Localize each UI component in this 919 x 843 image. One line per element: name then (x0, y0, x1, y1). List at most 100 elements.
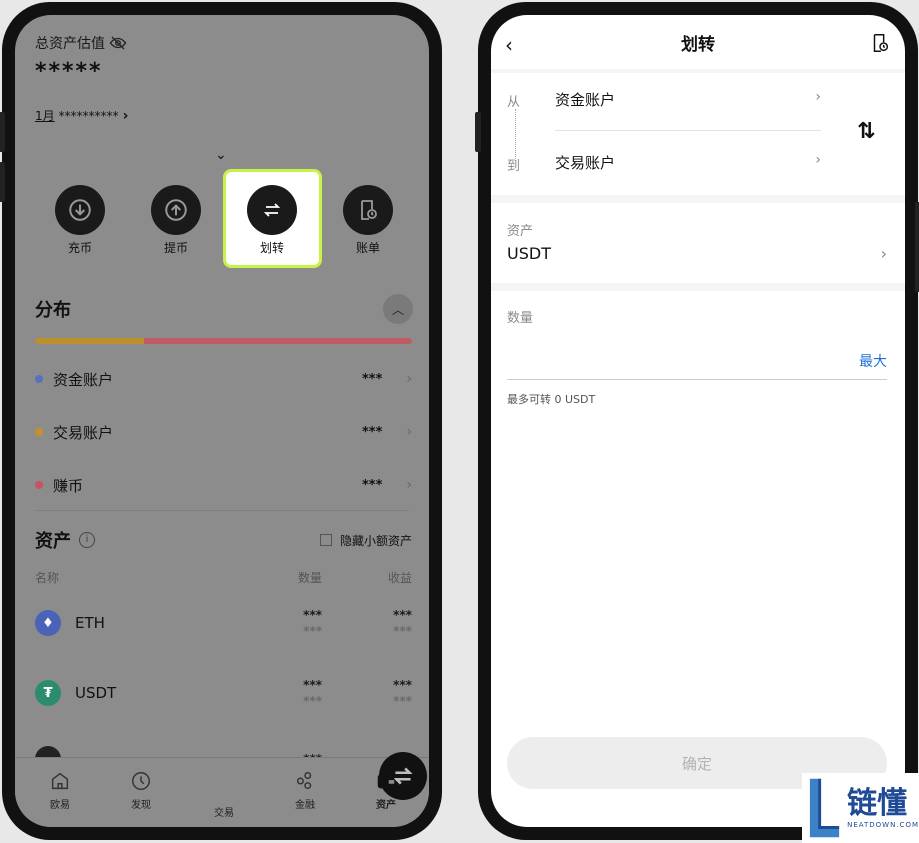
tab-trade[interactable]: 交易 (194, 752, 427, 819)
history-icon[interactable] (869, 31, 891, 55)
swap-direction-icon[interactable]: ⇅ (857, 119, 875, 144)
assets-header: 资产 i 隐藏小额资产 (35, 527, 412, 553)
assets-column-headers: 名称 数量 收益 (35, 569, 412, 586)
checkbox[interactable] (319, 534, 332, 546)
distribution-title: 分布 (35, 300, 71, 321)
total-asset-text: 总资产估值 (35, 36, 105, 52)
transfer-screen: ‹ 划转 从 到 资金账户 › 交易账户 › ⇅ 资产 USDT › 数量 最大… (491, 15, 905, 827)
logo-text-en: NEATDOWN.COM (847, 821, 919, 829)
from-label: 从 (507, 95, 521, 110)
tab-home[interactable]: 欧易 (30, 770, 90, 811)
chevron-right-icon: › (815, 89, 821, 105)
distribution-name: 赚币 (53, 476, 84, 495)
bill-button[interactable]: 账单 (333, 185, 403, 256)
volume-up-button (0, 112, 5, 152)
distribution-bar (35, 338, 412, 344)
chevron-right-icon: › (122, 107, 129, 124)
column-name: 名称 (35, 571, 60, 585)
assets-screen: 总资产估值 ***** 1月 ********** › ⌄ 充币 提币 划转 账… (15, 15, 429, 827)
info-icon[interactable]: i (79, 532, 95, 548)
deposit-label: 充币 (67, 241, 92, 255)
qty-value: *** (303, 608, 322, 622)
logo-mark (809, 778, 840, 838)
power-button (915, 202, 919, 292)
profit-sub: *** (393, 624, 412, 638)
usdt-icon: ₮ (35, 680, 61, 706)
distribution-name: 资金账户 (53, 370, 114, 389)
coin-row-eth[interactable]: ♦ ETH *** *** *** *** (35, 601, 412, 645)
total-asset-value: ***** (35, 59, 103, 84)
coin-profit: *** *** (322, 607, 412, 639)
month-value: ********** (58, 108, 119, 123)
transfer-icon (247, 185, 297, 235)
eye-off-icon[interactable] (109, 34, 127, 52)
separator (491, 195, 905, 203)
to-account-name: 交易账户 (555, 154, 616, 172)
eth-icon: ♦ (35, 610, 61, 636)
asset-selector[interactable]: USDT › (491, 240, 905, 270)
profit-value: *** (393, 608, 412, 622)
coin-profit: *** *** (322, 677, 412, 709)
coin-symbol: ETH (75, 614, 105, 632)
month-label: 1月 (35, 109, 55, 123)
tab-label: 交易 (214, 808, 234, 819)
tab-finance[interactable]: 金融 (275, 770, 335, 811)
divider (555, 130, 821, 131)
withdraw-button[interactable]: 提币 (141, 185, 211, 256)
column-qty: 数量 (297, 571, 322, 585)
tab-label: 发现 (131, 800, 151, 811)
chevron-up-icon[interactable]: ︿ (383, 294, 413, 324)
tab-discover[interactable]: 发现 (111, 770, 171, 811)
distribution-value: *** (361, 424, 383, 440)
volume-up-button (475, 112, 481, 152)
home-icon (51, 772, 69, 790)
bottom-tab-bar: 欧易 发现 交易 金融 资产 (15, 752, 429, 827)
assets-title: 资产 (35, 531, 71, 552)
discover-icon (132, 772, 150, 790)
color-dot (35, 428, 43, 436)
divider (35, 510, 409, 511)
tab-assets[interactable]: 资产 (356, 770, 416, 811)
from-account-selector[interactable]: 资金账户 › (555, 89, 821, 110)
phone-left: 总资产估值 ***** 1月 ********** › ⌄ 充币 提币 划转 账… (0, 2, 442, 840)
logo-text-cn: 链懂 (847, 786, 908, 821)
total-asset-label: 总资产估值 (35, 33, 127, 53)
back-arrow-icon[interactable]: ‹ (505, 33, 513, 57)
qty-sub: *** (303, 694, 322, 708)
monthly-summary[interactable]: 1月 ********** › (35, 107, 128, 124)
max-button[interactable]: 最大 (859, 351, 887, 371)
chevron-right-icon: › (815, 152, 821, 168)
amount-input[interactable] (507, 345, 835, 371)
asset-value: USDT (507, 244, 551, 263)
withdraw-label: 提币 (163, 241, 188, 255)
transfer-button[interactable]: 划转 (237, 185, 307, 256)
deposit-button[interactable]: 充币 (45, 185, 115, 256)
to-label: 到 (507, 159, 521, 174)
qty-value: *** (303, 678, 322, 692)
distribution-segment-earn (144, 338, 412, 344)
from-account-name: 资金账户 (555, 91, 616, 109)
column-profit: 收益 (387, 571, 412, 585)
distribution-row-earn[interactable]: 赚币 *** › (35, 473, 412, 497)
asset-label: 资产 (507, 224, 534, 239)
finance-icon (296, 772, 312, 790)
brand-logo: 链懂 NEATDOWN.COM (802, 773, 919, 843)
distribution-value: *** (361, 371, 383, 387)
to-account-selector[interactable]: 交易账户 › (555, 152, 821, 173)
input-underline (507, 379, 887, 380)
profit-sub: *** (393, 694, 412, 708)
hide-small-assets-toggle[interactable]: 隐藏小额资产 (319, 532, 412, 549)
coin-row-usdt[interactable]: ₮ USDT *** *** *** *** (35, 671, 412, 715)
dotted-connector (515, 109, 516, 161)
coin-qty: *** *** (212, 677, 322, 709)
color-dot (35, 375, 43, 383)
phone-right: ‹ 划转 从 到 资金账户 › 交易账户 › ⇅ 资产 USDT › 数量 最大… (475, 2, 919, 840)
amount-label: 数量 (507, 311, 534, 326)
chevron-down-icon[interactable]: ⌄ (215, 147, 227, 163)
tab-label: 金融 (295, 800, 315, 811)
distribution-row-trading[interactable]: 交易账户 *** › (35, 420, 412, 444)
distribution-segment-trading (35, 338, 145, 344)
distribution-row-funding[interactable]: 资金账户 *** › (35, 367, 412, 391)
coin-qty: *** *** (212, 607, 322, 639)
chevron-right-icon: › (406, 371, 412, 387)
